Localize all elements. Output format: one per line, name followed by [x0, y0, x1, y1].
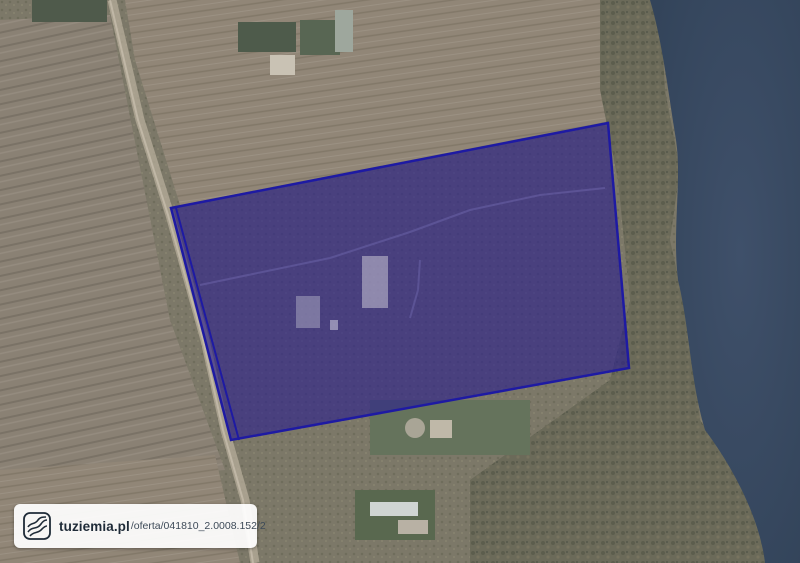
- map-view[interactable]: [0, 0, 800, 563]
- attribution-site[interactable]: tuziemia.pl: [59, 519, 130, 534]
- attribution-path[interactable]: /oferta/041810_2.0008.152/2: [131, 520, 266, 532]
- topographic-contour-icon: [23, 512, 51, 540]
- attribution-badge[interactable]: tuziemia.pl/oferta/041810_2.0008.152/2: [14, 504, 266, 548]
